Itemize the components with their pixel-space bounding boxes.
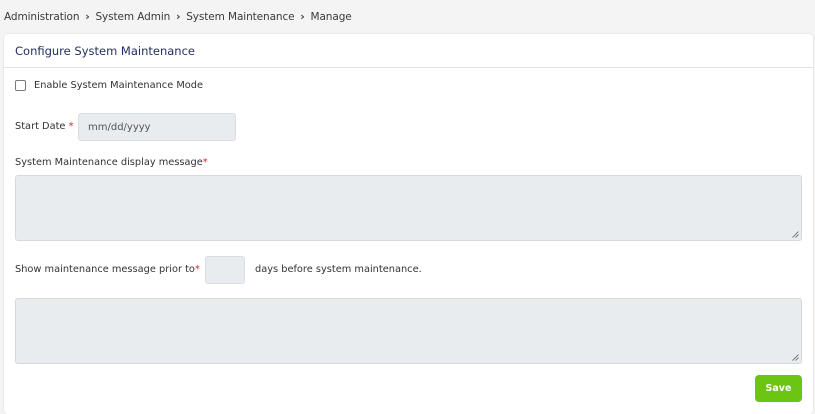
resize-grip-icon[interactable] (792, 231, 799, 238)
breadcrumb: Administration › System Admin › System M… (4, 10, 352, 23)
display-message-textarea[interactable] (15, 175, 802, 241)
start-date-label: Start Date * (15, 121, 74, 132)
prior-label: Show maintenance message prior to* (15, 264, 200, 275)
prior-label-text: Show maintenance message prior to (15, 264, 195, 275)
save-button[interactable]: Save (755, 375, 802, 402)
card-header: Configure System Maintenance (4, 34, 813, 68)
second-message-textarea[interactable] (15, 298, 802, 364)
display-message-label: System Maintenance display message* (15, 157, 208, 168)
resize-grip-icon[interactable] (792, 354, 799, 361)
breadcrumb-item-manage: Manage (310, 10, 352, 23)
required-mark: * (194, 264, 200, 275)
chevron-right-icon: › (175, 10, 181, 23)
enable-mode-row[interactable]: Enable System Maintenance Mode (15, 80, 203, 91)
start-date-label-text: Start Date (15, 121, 66, 132)
enable-mode-label: Enable System Maintenance Mode (34, 80, 204, 91)
required-mark: * (68, 121, 74, 132)
maintenance-card: Configure System Maintenance Enable Syst… (4, 34, 813, 414)
card-title: Configure System Maintenance (15, 43, 195, 58)
breadcrumb-item-system-admin[interactable]: System Admin (95, 11, 170, 23)
prior-suffix: days before system maintenance. (255, 264, 422, 275)
start-date-input[interactable]: mm/dd/yyyy (78, 113, 236, 141)
display-message-label-text: System Maintenance display message (15, 157, 203, 168)
start-date-placeholder: mm/dd/yyyy (88, 121, 151, 133)
breadcrumb-item-system-maintenance[interactable]: System Maintenance (186, 11, 294, 23)
chevron-right-icon: › (85, 10, 90, 23)
chevron-right-icon: › (300, 10, 305, 23)
breadcrumb-item-administration[interactable]: Administration (4, 11, 80, 23)
required-mark: * (202, 157, 208, 168)
prior-days-input[interactable] (205, 256, 245, 284)
enable-mode-checkbox[interactable] (15, 80, 26, 91)
